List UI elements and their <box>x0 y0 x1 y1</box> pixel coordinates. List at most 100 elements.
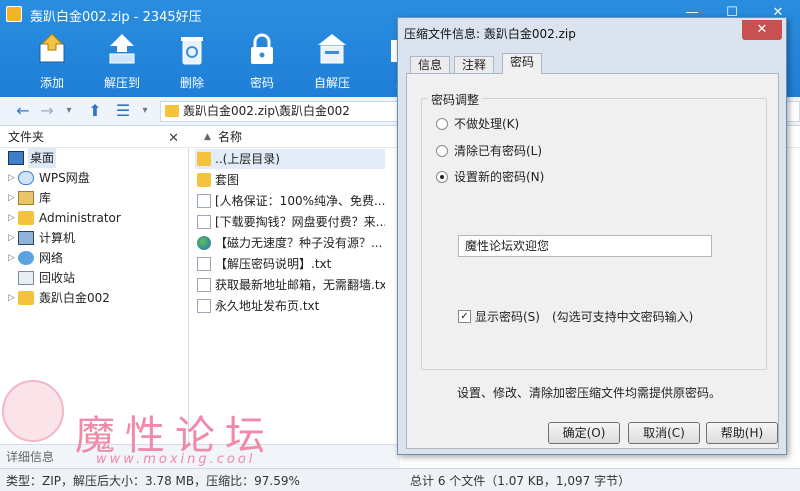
self-extract-button[interactable]: 自解压 <box>302 32 362 94</box>
file-row[interactable]: 套图 <box>195 170 385 190</box>
expand-arrow-icon[interactable]: ▷ <box>8 208 15 228</box>
password-input[interactable]: 魔性论坛欢迎您 <box>458 235 712 257</box>
expand-arrow-icon[interactable]: ▷ <box>8 248 15 268</box>
tree-item-label: 库 <box>39 191 52 205</box>
tree-item-network[interactable]: ▷ 网络 <box>0 248 189 268</box>
lock-password-icon <box>251 33 273 64</box>
extract-to-icon <box>109 34 135 64</box>
file-row[interactable]: ..(上层目录) <box>195 149 385 169</box>
dialog-close-button[interactable]: ✕ <box>742 20 782 40</box>
file-name: 永久地址发布页.txt <box>215 299 320 313</box>
folder-icon <box>18 291 34 305</box>
history-dropdown-icon[interactable]: ▾ <box>60 102 78 120</box>
app-logo-icon <box>6 6 22 22</box>
group-title: 密码调整 <box>428 91 483 108</box>
tree-item-computer[interactable]: ▷ 计算机 <box>0 228 189 248</box>
add-button[interactable]: 添加 <box>22 32 82 94</box>
tree-item-label: 回收站 <box>39 271 76 285</box>
radio-label: 不做处理(K) <box>454 117 520 131</box>
delete-button[interactable]: 删除 <box>162 32 222 94</box>
password-button[interactable]: 密码 <box>232 32 292 94</box>
file-row[interactable]: 获取最新地址邮箱，无需翻墙.txt <box>195 275 385 295</box>
add-label: 添加 <box>39 76 64 90</box>
address-path-text: 轰趴白金002.zip\轰趴白金002 <box>183 104 350 118</box>
column-name-label: 名称 <box>218 130 243 144</box>
tree-item-label: 轰趴白金002 <box>39 291 110 305</box>
show-password-label: 显示密码(S) <box>475 310 540 324</box>
file-name: 【解压密码说明】.txt <box>215 257 332 271</box>
folder-icon <box>197 152 211 166</box>
file-name: ..(上层目录) <box>215 152 280 166</box>
tab-info[interactable]: 信息 <box>410 56 451 74</box>
show-password-checkbox[interactable]: ✓ <box>458 310 471 323</box>
add-archive-icon <box>39 33 65 63</box>
dialog-title: 压缩文件信息: 轰趴白金002.zip <box>404 27 576 41</box>
tree-item-label: Administrator <box>39 211 121 225</box>
radio-label: 清除已有密码(L) <box>454 144 543 158</box>
file-row[interactable]: 【磁力无速度？种子没有源？... <box>195 233 385 253</box>
radio-circle-selected[interactable] <box>436 171 448 183</box>
expand-arrow-icon[interactable]: ▷ <box>8 188 15 208</box>
tree-item-administrator[interactable]: ▷ Administrator <box>0 208 189 228</box>
tree-item-library[interactable]: ▷ 库 <box>0 188 189 208</box>
expand-arrow-icon[interactable]: ▷ <box>8 168 15 188</box>
document-icon <box>197 299 211 313</box>
panel-close-icon[interactable]: ✕ <box>168 128 179 150</box>
tree-item-desktop[interactable]: 桌面 <box>0 148 189 168</box>
forward-icon[interactable]: → <box>38 102 56 120</box>
folder-icon <box>197 173 211 187</box>
user-folder-icon <box>18 211 34 225</box>
radio-circle[interactable] <box>436 118 448 130</box>
folder-panel-title: 文件夹 <box>8 130 45 144</box>
expand-arrow-icon[interactable]: ▷ <box>8 228 15 248</box>
desktop-icon <box>8 151 24 165</box>
file-name: 【磁力无速度？种子没有源？... <box>215 236 383 250</box>
file-row[interactable]: [人格保证：100%纯净、免费... <box>195 191 385 211</box>
tree-item-label: 网络 <box>39 251 64 265</box>
tree-item-archive-folder[interactable]: ▷ 轰趴白金002 <box>0 288 189 308</box>
status-file-total: 总计 6 个文件（1.07 KB，1,097 字节） <box>410 474 631 488</box>
expand-arrow-icon[interactable]: ▷ <box>8 288 15 308</box>
file-row[interactable]: 【解压密码说明】.txt <box>195 254 385 274</box>
dialog-tab-panel: 密码调整 不做处理(K) 清除已有密码(L) 设置新的密码(N) 魔性论坛欢迎您… <box>406 73 779 449</box>
document-icon <box>197 257 211 271</box>
self-extract-label: 自解压 <box>313 76 350 90</box>
document-icon <box>197 194 211 208</box>
cancel-button[interactable]: 取消(C) <box>628 422 700 444</box>
file-row[interactable]: 永久地址发布页.txt <box>195 296 385 316</box>
view-mode-icon[interactable]: ☰ <box>114 102 132 120</box>
window-title: 轰趴白金002.zip - 2345好压 <box>30 10 202 25</box>
delete-label: 删除 <box>179 76 204 90</box>
show-password-hint: (勾选可支持中文密码输入) <box>552 310 694 324</box>
back-icon[interactable]: ← <box>14 102 32 120</box>
document-icon <box>197 278 211 292</box>
ok-button[interactable]: 确定(O) <box>548 422 620 444</box>
view-dropdown-icon[interactable]: ▾ <box>136 102 154 120</box>
recycle-delete-icon <box>181 37 203 65</box>
up-folder-icon[interactable]: ⬆ <box>86 102 104 120</box>
folder-icon <box>165 105 179 117</box>
file-name: [下载要掏钱？网盘要付费？来... <box>215 215 385 229</box>
self-extract-icon <box>318 34 346 64</box>
detail-info-label: 详细信息 <box>6 450 55 464</box>
tree-item-label: 计算机 <box>39 231 76 245</box>
document-icon <box>197 215 211 229</box>
password-label: 密码 <box>249 76 274 90</box>
tab-comment[interactable]: 注释 <box>454 56 495 74</box>
tree-item-label: 桌面 <box>28 148 57 168</box>
sort-ascending-icon: ▲ <box>204 132 211 142</box>
tree-item-wps[interactable]: ▷ WPS网盘 <box>0 168 189 188</box>
password-adjust-group: 密码调整 不做处理(K) 清除已有密码(L) 设置新的密码(N) 魔性论坛欢迎您… <box>421 91 767 370</box>
file-row[interactable]: [下载要掏钱？网盘要付费？来... <box>195 212 385 232</box>
globe-link-icon <box>197 236 211 250</box>
extract-to-button[interactable]: 解压到 <box>92 32 152 94</box>
computer-icon <box>18 231 34 245</box>
archive-info-dialog: 压缩文件信息: 轰趴白金002.zip ✕ 信息 注释 密码 密码调整 不做处理… <box>397 17 787 455</box>
help-button[interactable]: 帮助(H) <box>706 422 778 444</box>
tab-password[interactable]: 密码 <box>502 53 543 74</box>
library-icon <box>18 191 34 205</box>
file-name: 套图 <box>215 173 240 187</box>
tree-item-recycle-bin[interactable]: 回收站 <box>0 268 189 288</box>
folder-panel-header: 文件夹 ✕ <box>0 126 189 148</box>
radio-circle[interactable] <box>436 145 448 157</box>
